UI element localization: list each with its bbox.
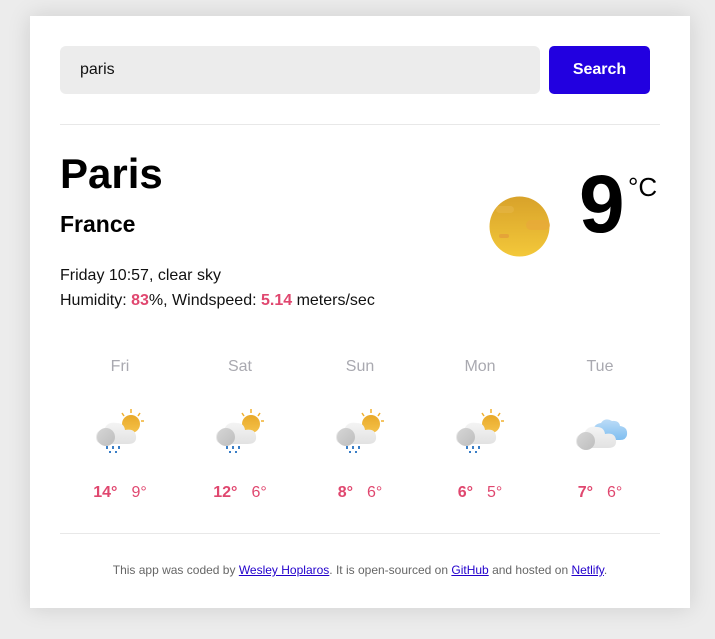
city-search-input[interactable] <box>60 46 540 94</box>
forecast-temps: 7° 6° <box>540 484 660 502</box>
github-link[interactable]: GitHub <box>451 563 488 577</box>
forecast-list: Fri 14° 9° Sat 12° 6° Sun 8° 6° Mon 6° 5… <box>60 356 660 506</box>
humidity-unit: % <box>148 292 164 309</box>
footer-text: . <box>603 563 608 577</box>
forecast-day: Tue 7° 6° <box>540 356 660 506</box>
author-link[interactable]: Wesley Hoplaros <box>239 563 329 577</box>
top-divider <box>60 124 660 125</box>
current-conditions: Friday 10:57, clear sky Humidity: 83%, W… <box>60 263 375 313</box>
country-name: France <box>60 211 136 237</box>
forecast-min-temp: 6° <box>607 484 623 501</box>
forecast-day-name: Tue <box>586 358 614 375</box>
weather-card: Search Paris France Friday 10:57, clear … <box>30 16 690 608</box>
clear-sky-sun-icon <box>489 196 550 257</box>
forecast-min-temp: 9° <box>131 484 147 501</box>
forecast-day: Mon 6° 5° <box>420 356 540 506</box>
sun-cloud-rain-icon <box>456 409 504 453</box>
wind-value: 5.14 <box>260 292 293 309</box>
forecast-day-name: Fri <box>110 358 130 375</box>
netlify-link[interactable]: Netlify <box>571 563 603 577</box>
forecast-min-temp: 6° <box>251 484 267 501</box>
day-time: Friday 10:57 <box>60 267 149 284</box>
forecast-day-name: Sun <box>345 358 375 375</box>
wind-label: , Windspeed: <box>163 292 261 309</box>
date-description-line: Friday 10:57, clear sky <box>60 267 221 284</box>
sun-cloud-rain-icon <box>336 409 384 453</box>
city-name: Paris <box>60 150 163 197</box>
weather-description: clear sky <box>157 267 221 284</box>
forecast-max-temp: 14° <box>93 484 118 501</box>
temperature-unit: °C <box>628 172 658 202</box>
bottom-divider <box>60 533 660 534</box>
forecast-max-temp: 12° <box>213 484 238 501</box>
forecast-temps: 8° 6° <box>300 484 420 502</box>
footer: This app was coded by Wesley Hoplaros. I… <box>30 563 690 577</box>
forecast-temps: 12° 6° <box>180 484 300 502</box>
humidity-wind-line: Humidity: 83%, Windspeed: 5.14 meters/se… <box>60 288 375 313</box>
forecast-max-temp: 8° <box>337 484 353 501</box>
footer-text: This app was coded by <box>112 563 239 577</box>
sun-cloud-rain-icon <box>216 409 264 453</box>
footer-text: . It is open-sourced on <box>329 563 452 577</box>
forecast-max-temp: 6° <box>457 484 473 501</box>
forecast-day-name: Sat <box>227 358 252 375</box>
forecast-temps: 14° 9° <box>60 484 180 502</box>
humidity-value: 83 <box>131 292 149 309</box>
forecast-max-temp: 7° <box>577 484 593 501</box>
sun-cloud-rain-icon <box>96 409 144 453</box>
forecast-day: Fri 14° 9° <box>60 356 180 506</box>
forecast-day-name: Mon <box>464 358 496 375</box>
forecast-min-temp: 6° <box>367 484 383 501</box>
current-temperature: 9 <box>579 159 625 250</box>
forecast-day: Sat 12° 6° <box>180 356 300 506</box>
humidity-label: Humidity: <box>60 292 132 309</box>
search-form: Search <box>60 46 650 94</box>
forecast-temps: 6° 5° <box>420 484 540 502</box>
search-button[interactable]: Search <box>549 46 650 94</box>
wind-unit: meters/sec <box>292 292 375 309</box>
forecast-min-temp: 5° <box>487 484 503 501</box>
clouds-icon <box>576 419 628 450</box>
footer-text: and hosted on <box>488 563 572 577</box>
forecast-day: Sun 8° 6° <box>300 356 420 506</box>
